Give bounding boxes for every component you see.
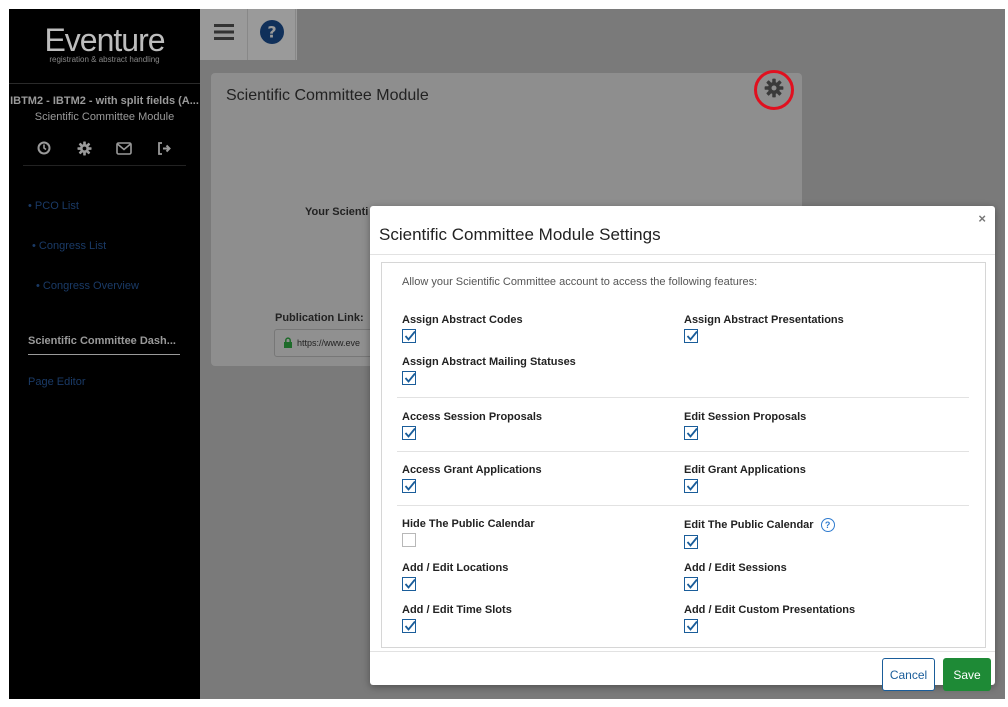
menu-button[interactable] bbox=[200, 9, 248, 60]
envelope-icon[interactable] bbox=[115, 139, 133, 157]
panel-title: Scientific Committee Module bbox=[226, 87, 429, 104]
feature-add-edit-sessions: Add / Edit Sessions bbox=[684, 562, 787, 591]
nav-page-editor[interactable]: Page Editor bbox=[28, 376, 85, 388]
add-edit-locations-checkbox[interactable] bbox=[402, 577, 416, 591]
module-name: Scientific Committee Module bbox=[34, 111, 175, 123]
question-circle-icon[interactable]: ? bbox=[820, 518, 835, 532]
feature-label: Add / Edit Time Slots bbox=[402, 604, 512, 616]
abstracts-section: Assign Abstract Codes Assign Abstract Pr… bbox=[397, 299, 969, 398]
feature-label: Add / Edit Locations bbox=[402, 562, 509, 574]
feature-label: Assign Abstract Mailing Statuses bbox=[402, 356, 576, 368]
modal-divider bbox=[370, 254, 995, 255]
checkmark-icon bbox=[404, 578, 416, 589]
checkmark-icon bbox=[686, 427, 698, 438]
feature-label: Edit Session Proposals bbox=[684, 411, 807, 423]
feature-assign-abstract-codes: Assign Abstract Codes bbox=[402, 314, 523, 343]
access-session-proposals-checkbox[interactable] bbox=[402, 426, 416, 440]
checkmark-icon bbox=[686, 578, 698, 589]
feature-label: Assign Abstract Codes bbox=[402, 314, 523, 326]
modal-divider bbox=[370, 651, 995, 652]
feature-label: Assign Abstract Presentations bbox=[684, 314, 844, 326]
help-button[interactable]: ? bbox=[248, 9, 296, 60]
nav-congress-overview[interactable]: • Congress Overview bbox=[36, 280, 139, 292]
save-button[interactable]: Save bbox=[943, 658, 991, 691]
panel-session-text: Your Scienti bbox=[305, 206, 369, 218]
feature-label: Add / Edit Custom Presentations bbox=[684, 604, 856, 616]
gear-icon[interactable] bbox=[75, 139, 93, 157]
checkmark-icon bbox=[686, 330, 698, 341]
nav-congress-list[interactable]: • Congress List bbox=[32, 240, 106, 252]
nav-pco-list[interactable]: • PCO List bbox=[28, 200, 79, 212]
assign-abstract-mailing-statuses-checkbox[interactable] bbox=[402, 371, 416, 385]
feature-label: Hide The Public Calendar bbox=[402, 518, 535, 530]
app-window: Eventure registration & abstract handlin… bbox=[9, 9, 1005, 699]
active-nav-underline bbox=[28, 354, 180, 355]
assign-abstract-codes-checkbox[interactable] bbox=[402, 329, 416, 343]
logo-name: Eventure bbox=[44, 22, 165, 58]
feature-access-session-proposals: Access Session Proposals bbox=[402, 411, 542, 440]
sidebar: Eventure registration & abstract handlin… bbox=[9, 9, 200, 699]
modal-intro: Allow your Scientific Committee account … bbox=[402, 276, 758, 288]
checkmark-icon bbox=[404, 330, 416, 341]
settings-modal: Scientific Committee Module Settings × A… bbox=[370, 206, 995, 691]
top-toolbar: ? bbox=[200, 9, 297, 60]
calendar-section: Hide The Public Calendar Edit The Public… bbox=[397, 507, 969, 647]
lock-icon bbox=[283, 337, 293, 350]
add-edit-custom-presentations-checkbox[interactable] bbox=[684, 619, 698, 633]
feature-add-edit-custom-presentations: Add / Edit Custom Presentations bbox=[684, 604, 855, 633]
feature-label: Add / Edit Sessions bbox=[684, 562, 787, 574]
clock-icon[interactable] bbox=[35, 139, 53, 157]
feature-label: Access Session Proposals bbox=[402, 411, 543, 423]
sidebar-icon-bar bbox=[35, 139, 173, 157]
checkmark-icon bbox=[686, 536, 698, 547]
feature-assign-abstract-mailing-statuses: Assign Abstract Mailing Statuses bbox=[402, 356, 576, 385]
checkmark-icon bbox=[404, 620, 416, 631]
checkmark-icon bbox=[404, 480, 416, 491]
sidebar-divider bbox=[23, 165, 186, 166]
modal-body: Allow your Scientific Committee account … bbox=[381, 262, 986, 648]
checkmark-icon bbox=[404, 372, 416, 383]
feature-label: Edit Grant Applications bbox=[684, 464, 806, 476]
cancel-button[interactable]: Cancel bbox=[882, 658, 935, 691]
feature-edit-grant-applications: Edit Grant Applications bbox=[684, 464, 806, 493]
edit-public-calendar-checkbox[interactable] bbox=[684, 535, 698, 549]
sign-out-icon[interactable] bbox=[155, 139, 173, 157]
feature-add-edit-locations: Add / Edit Locations bbox=[402, 562, 508, 591]
add-edit-sessions-checkbox[interactable] bbox=[684, 577, 698, 591]
access-grant-applications-checkbox[interactable] bbox=[402, 479, 416, 493]
hamburger-menu-icon bbox=[213, 24, 234, 45]
modal-title: Scientific Committee Module Settings bbox=[379, 225, 661, 244]
publication-link-label: Publication Link: bbox=[275, 312, 364, 324]
edit-grant-applications-checkbox[interactable] bbox=[684, 479, 698, 493]
logo-tagline: registration & abstract handling bbox=[49, 55, 160, 64]
settings-button[interactable] bbox=[754, 70, 794, 110]
add-edit-time-slots-checkbox[interactable] bbox=[402, 619, 416, 633]
feature-edit-public-calendar: Edit The Public Calendar? bbox=[684, 518, 835, 549]
feature-access-grant-applications: Access Grant Applications bbox=[402, 464, 542, 493]
feature-edit-session-proposals: Edit Session Proposals bbox=[684, 411, 806, 440]
nav-scientific-committee-dashboard[interactable]: Scientific Committee Dash... bbox=[28, 335, 176, 347]
svg-text:?: ? bbox=[267, 23, 276, 42]
feature-add-edit-time-slots: Add / Edit Time Slots bbox=[402, 604, 512, 633]
publication-link-value: https://www.eve bbox=[297, 338, 361, 348]
feature-label: Access Grant Applications bbox=[402, 464, 542, 476]
event-name: IBTM2 - IBTM2 - with split fields (A... bbox=[10, 95, 199, 107]
feature-hide-public-calendar: Hide The Public Calendar bbox=[402, 518, 535, 547]
logo: Eventure registration & abstract handlin… bbox=[9, 23, 200, 64]
feature-assign-abstract-presentations: Assign Abstract Presentations bbox=[684, 314, 844, 343]
gear-icon bbox=[764, 78, 784, 103]
edit-session-proposals-checkbox[interactable] bbox=[684, 426, 698, 440]
session-proposals-section: Access Session Proposals Edit Session Pr… bbox=[397, 399, 969, 452]
assign-abstract-presentations-checkbox[interactable] bbox=[684, 329, 698, 343]
feature-label: Edit The Public Calendar bbox=[684, 519, 814, 531]
help-icon: ? bbox=[259, 20, 284, 49]
hide-public-calendar-checkbox[interactable] bbox=[402, 533, 416, 547]
close-icon[interactable]: × bbox=[978, 211, 986, 226]
grant-applications-section: Access Grant Applications Edit Grant App… bbox=[397, 453, 969, 506]
checkmark-icon bbox=[686, 620, 698, 631]
checkmark-icon bbox=[686, 480, 698, 491]
sidebar-divider bbox=[9, 83, 200, 84]
checkmark-icon bbox=[404, 427, 416, 438]
